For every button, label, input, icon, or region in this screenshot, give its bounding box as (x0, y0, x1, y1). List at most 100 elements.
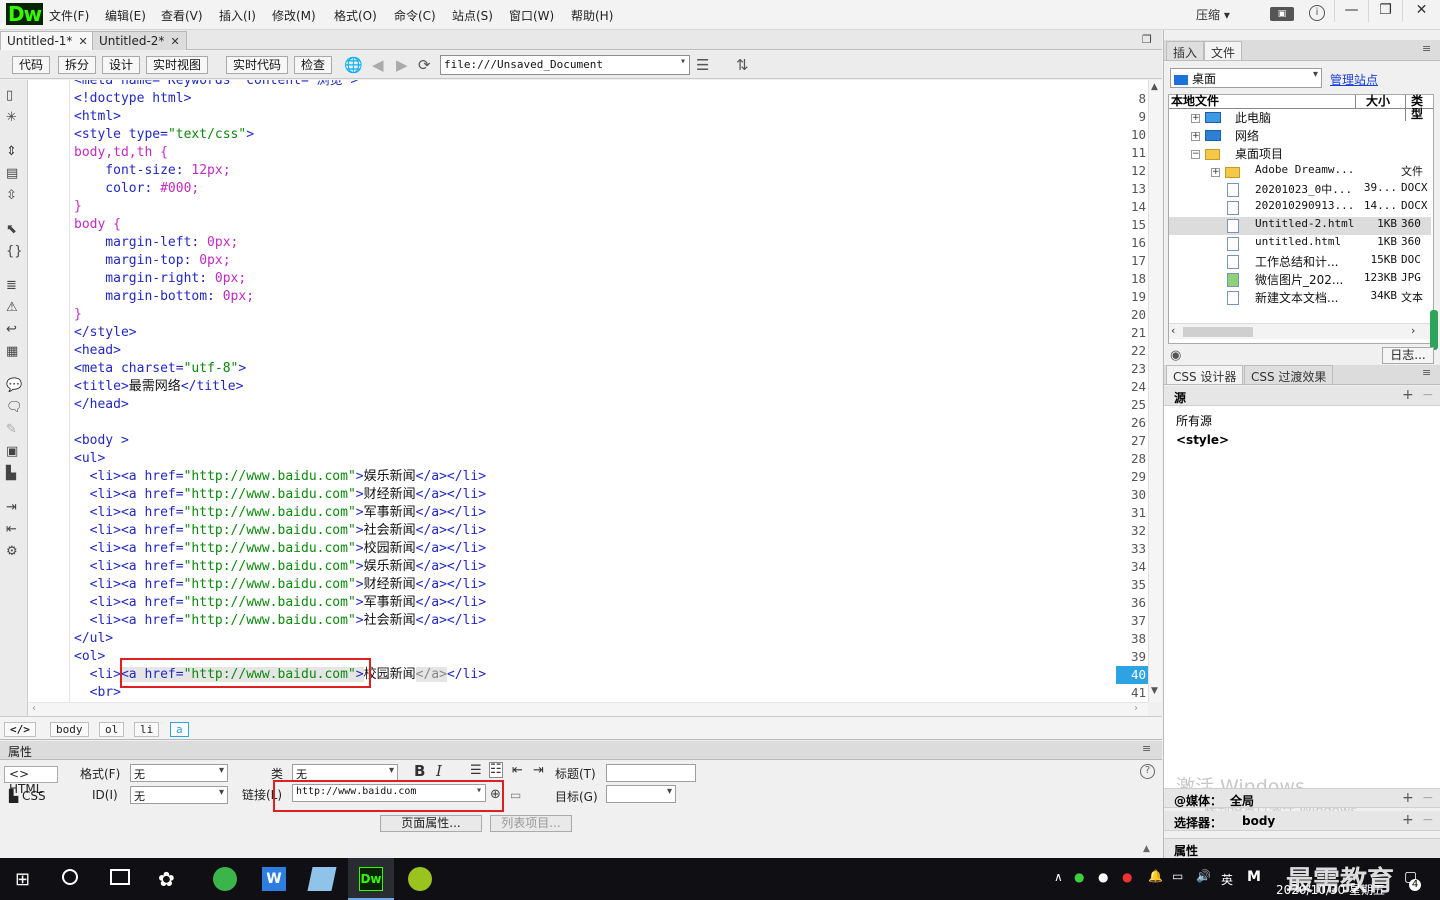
address-input[interactable]: file:///Unsaved_Document ▾ (440, 55, 690, 75)
help-icon[interactable]: i (1309, 5, 1325, 21)
help-icon[interactable]: ? (1140, 764, 1155, 779)
html-mode-button[interactable]: <> HTML (4, 766, 58, 796)
split-view-button[interactable]: 拆分 (58, 56, 97, 74)
add-icon[interactable]: + (1402, 790, 1414, 806)
menu-file[interactable]: 文件(F) (49, 7, 89, 24)
tree-item-file[interactable]: 工作总结和计... 15KB DOC (1169, 253, 1431, 271)
recent-snippets-icon[interactable]: ▣ (6, 444, 18, 459)
panel-resize-handle[interactable] (1430, 310, 1438, 350)
scroll-up-icon[interactable]: ▲ (1151, 82, 1158, 92)
remove-comment-icon[interactable]: 🗨 (6, 400, 23, 415)
inspect-button[interactable]: 检查 (294, 56, 333, 74)
green-app-icon[interactable] (408, 867, 432, 891)
tab-css-transitions[interactable]: CSS 过渡效果 (1244, 365, 1334, 385)
target-select[interactable]: ▾ (606, 785, 676, 803)
tree-item-file[interactable]: untitled.html 1KB 360 (1169, 235, 1431, 253)
tree-item-file[interactable]: 202010290913... 14... DOCX (1169, 199, 1431, 217)
tree-item-file[interactable]: + Adobe Dreamw... 文件 (1169, 163, 1431, 181)
add-icon[interactable]: + (1402, 387, 1414, 403)
app-pinwheel-icon[interactable]: ✿ (158, 867, 175, 891)
wechat-icon[interactable]: ● (1074, 870, 1084, 884)
id-select[interactable]: 无 ▾ (130, 786, 228, 804)
restore-button[interactable]: ❐ (1368, 0, 1402, 22)
balance-braces-icon[interactable]: {} (6, 244, 23, 259)
expand-icon[interactable]: + (1211, 168, 1220, 177)
wps-writer-icon[interactable]: W (262, 867, 286, 891)
tab-insert[interactable]: 插入 (1166, 41, 1205, 61)
format-source-icon[interactable]: ⚙ (6, 544, 18, 559)
expand-icon[interactable]: + (1191, 114, 1200, 123)
code-tag-icon[interactable]: </> (4, 722, 36, 737)
css-mode-button[interactable]: ▙ CSS (4, 788, 58, 805)
menu-insert[interactable]: 插入(I) (219, 7, 256, 24)
menu-commands[interactable]: 命令(C) (394, 7, 436, 24)
tree-item-file[interactable]: 微信图片_202... 123KB JPG (1169, 271, 1431, 289)
close-tab-icon[interactable]: ✕ (170, 35, 179, 48)
close-tab-icon[interactable]: ✕ (78, 35, 87, 48)
tree-item-file[interactable]: 20201023_0中... 39... DOCX (1169, 181, 1431, 199)
network-tray-icon[interactable]: ▭ (1172, 869, 1183, 883)
task-view-icon[interactable] (110, 869, 130, 885)
visual-aids-icon[interactable]: ☰ (696, 56, 709, 74)
panel-menu-icon[interactable]: ≡ (1422, 42, 1431, 55)
close-button[interactable]: ✕ (1402, 0, 1440, 22)
tab-files[interactable]: 文件 (1204, 41, 1243, 61)
connect-icon[interactable]: ◉ (1170, 348, 1181, 363)
refresh-icon[interactable]: ⟳ (418, 56, 431, 74)
indent-code-icon[interactable]: ⇥ (6, 500, 17, 515)
panel-menu-icon[interactable]: ≡ (1422, 366, 1431, 379)
line-numbers-icon[interactable]: ≣ (6, 278, 17, 293)
minimize-button[interactable]: — (1334, 0, 1368, 22)
live-view-button[interactable]: 实时视图 (146, 56, 209, 74)
scroll-right-icon[interactable]: › (1411, 324, 1415, 337)
scroll-right-icon[interactable]: › (1134, 703, 1138, 714)
collapse-icon[interactable]: − (1191, 150, 1200, 159)
tag-li[interactable]: li (134, 722, 160, 737)
browser-360-icon[interactable] (213, 867, 237, 891)
add-icon[interactable]: + (1402, 812, 1414, 828)
menu-help[interactable]: 帮助(H) (571, 7, 613, 24)
tree-item-file[interactable]: 新建文本文档... 34KB 文本 (1169, 289, 1431, 307)
expand-all-icon[interactable]: ⇳ (6, 188, 17, 203)
wrap-tag-icon[interactable]: ✎ (6, 422, 17, 437)
indent-icon[interactable]: ⇥ (533, 763, 544, 778)
manage-sites-link[interactable]: 管理站点 (1330, 71, 1378, 88)
code-vertical-scrollbar[interactable]: ▲ ▼ (1148, 80, 1162, 702)
collapse-tag-icon[interactable]: ⇕ (6, 144, 17, 159)
format-select[interactable]: 无 ▾ (130, 764, 228, 782)
windows-start-icon[interactable]: ⊞ (15, 869, 30, 890)
collapse-panel-icon[interactable]: ▲ (1143, 844, 1150, 854)
search-icon[interactable] (62, 869, 78, 885)
scroll-left-icon[interactable]: ‹ (32, 703, 36, 714)
taskbar-active-app[interactable]: Dw (348, 858, 394, 900)
design-view-button[interactable]: 设计 (102, 56, 141, 74)
ordered-list-icon[interactable]: ☷ (489, 762, 503, 778)
page-properties-button[interactable]: 页面属性... (380, 815, 482, 832)
code-view-button[interactable]: 代码 (12, 56, 51, 74)
tab-untitled-2[interactable]: Untitled-2* ✕ (92, 31, 187, 50)
remove-icon[interactable]: − (1422, 387, 1434, 403)
clock-date[interactable]: 2020/10/30 星期五 (1276, 881, 1385, 898)
menu-format[interactable]: 格式(O) (334, 7, 377, 24)
syntax-coloring-icon[interactable]: ▦ (6, 344, 18, 359)
outdent-code-icon[interactable]: ⇤ (6, 522, 17, 537)
source-style[interactable]: <style> (1176, 433, 1229, 447)
scroll-thumb[interactable] (1183, 327, 1253, 337)
log-button[interactable]: 日志... (1382, 347, 1434, 364)
tab-untitled-1[interactable]: Untitled-1* ✕ (0, 31, 95, 50)
bold-icon[interactable]: B (414, 762, 425, 780)
code-editor[interactable]: <meta name="Keywords" content="浏览"> 8 <!… (28, 80, 1162, 702)
word-wrap-icon[interactable]: ↩ (6, 322, 17, 337)
menu-site[interactable]: 站点(S) (452, 7, 493, 24)
remove-icon[interactable]: − (1422, 790, 1434, 806)
forward-arrow-icon[interactable]: ▶ (396, 56, 408, 74)
tag-body[interactable]: body (50, 722, 89, 737)
browse-folder-icon[interactable]: ▭ (510, 788, 521, 802)
tree-item-this-pc[interactable]: + 此电脑 (1169, 109, 1431, 127)
italic-icon[interactable]: I (436, 762, 442, 780)
qq-icon[interactable]: ● (1098, 870, 1108, 884)
expand-icon[interactable]: + (1191, 132, 1200, 141)
scroll-down-icon[interactable]: ▼ (1151, 686, 1158, 696)
select-parent-tag-icon[interactable]: ⬉ (6, 222, 17, 237)
tab-css-designer[interactable]: CSS 设计器 (1166, 365, 1244, 385)
